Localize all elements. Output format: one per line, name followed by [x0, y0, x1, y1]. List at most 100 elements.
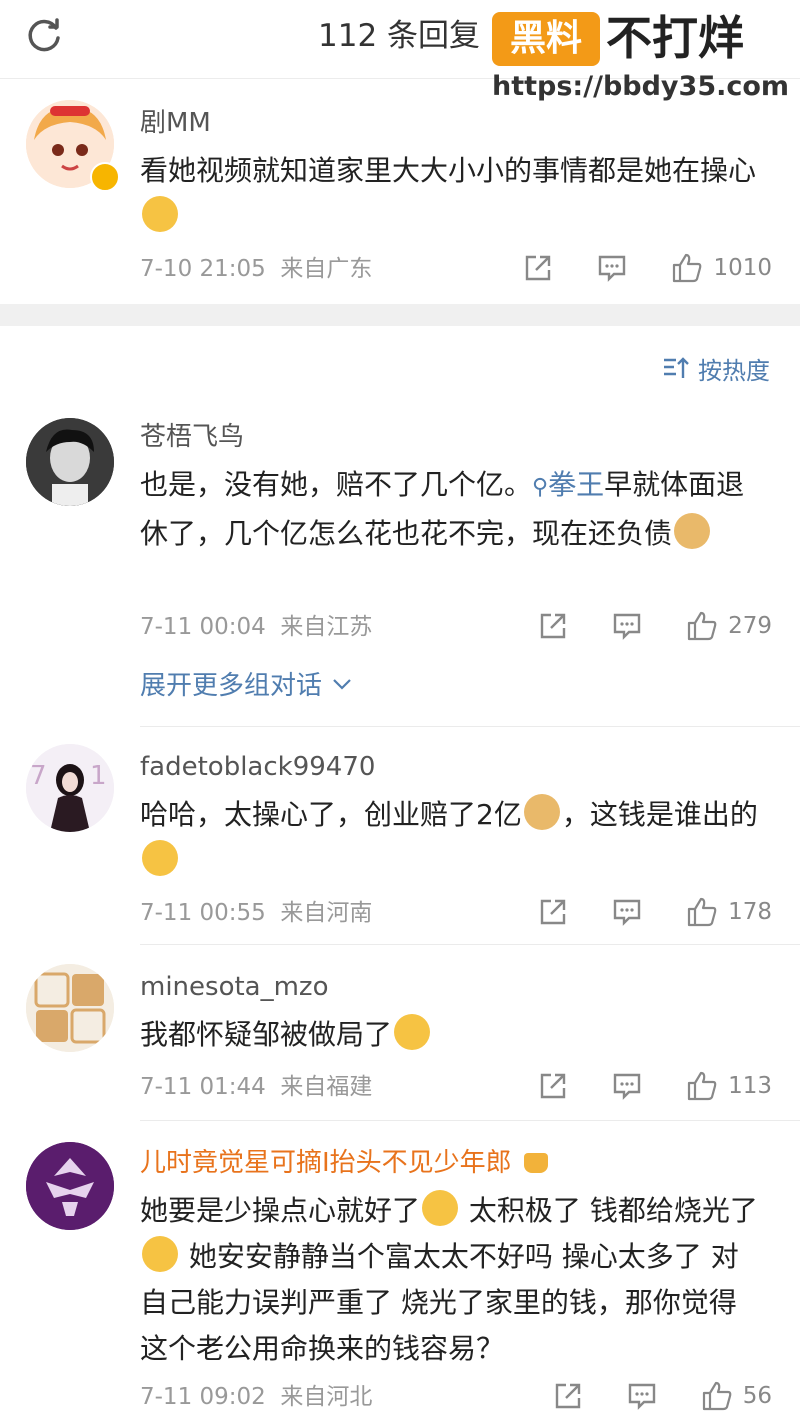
page-title: 112 条回复: [318, 18, 481, 54]
comment-author[interactable]: fadetoblack99470: [140, 750, 375, 784]
comment-text: 哈哈，太操心了，创业赔了2亿 ，这钱是谁出的: [140, 792, 760, 884]
divider: [140, 726, 800, 727]
thumbs-up-icon: [687, 897, 717, 927]
seal-avatar-icon: [26, 964, 114, 1052]
sort-button[interactable]: 按热度: [662, 350, 770, 386]
share-icon[interactable]: [538, 1071, 568, 1101]
comment-time: 7-11 00:04: [140, 614, 266, 640]
comment-text: 看她视频就知道家里大大小小的事情都是她在操心: [140, 148, 760, 240]
like-button[interactable]: 178: [686, 896, 772, 928]
comment-meta: 7-10 21:05 来自广东: [140, 254, 372, 284]
comment-text-part: 也是，没有她，赔不了几个亿。: [140, 468, 533, 501]
comment-text: 我都怀疑邹被做局了: [140, 1012, 760, 1058]
comment-text-part: ，这钱是谁出的: [561, 798, 758, 831]
top-bar: 112 条回复 黑料 不打烊 https://bbdy35.com: [0, 0, 800, 102]
comment-text-part: 太积极了 钱都给烧光了: [460, 1194, 758, 1227]
share-icon[interactable]: [538, 897, 568, 927]
sort-label: 按热度: [698, 356, 770, 385]
crying-laugh-emoji-icon: [422, 1190, 459, 1226]
comment-text-part: 哈哈，太操心了，创业赔了2亿: [140, 798, 522, 831]
comment-author[interactable]: 剧MM: [140, 106, 211, 140]
comment-author-label: 儿时竟觉星可摘I抬头不见少年郎: [140, 1148, 512, 1178]
like-button[interactable]: 1010: [671, 252, 772, 284]
like-count: 178: [728, 899, 772, 925]
reply-item: 7 1 fadetoblack99470 哈哈，太操心了，创业赔了2亿 ，这钱是谁…: [0, 740, 800, 944]
comment-text-part: 她要是少操点心就好了: [140, 1194, 421, 1227]
comment-meta: 7-11 00:04 来自江苏: [140, 612, 372, 642]
search-icon: ⚲: [532, 475, 549, 500]
thumbs-up-icon: [687, 1071, 717, 1101]
share-icon[interactable]: [538, 611, 568, 641]
doge-emoji-icon: [674, 513, 711, 549]
verified-badge-icon: [90, 162, 120, 192]
crying-laugh-emoji-icon: [142, 196, 178, 232]
share-icon[interactable]: [523, 253, 553, 283]
thumbs-up-icon: [702, 1381, 732, 1411]
thumbs-up-icon: [687, 611, 717, 641]
comment-meta: 7-11 00:55 来自河南: [140, 898, 372, 928]
comment-actions: 1010: [523, 252, 772, 284]
comment-actions: 56: [553, 1380, 772, 1412]
watermark-badge: 黑料: [492, 12, 600, 66]
like-count: 113: [728, 1073, 772, 1099]
comment-text-content: 我都怀疑邹被做局了: [140, 1018, 393, 1051]
topic-link-label: 拳王: [548, 468, 605, 501]
avatar[interactable]: 7 1: [26, 744, 114, 832]
like-button[interactable]: 113: [686, 1070, 772, 1102]
refresh-icon[interactable]: [22, 14, 66, 58]
reply-item: 苍梧飞鸟 也是，没有她，赔不了几个亿。⚲拳王早就体面退休了，几个亿怎么花也花不完…: [0, 410, 800, 730]
like-button[interactable]: 279: [686, 610, 772, 642]
crying-laugh-emoji-icon: [142, 1236, 178, 1272]
comment-location: 来自福建: [280, 1074, 373, 1100]
section-gap: [0, 304, 800, 326]
avatar[interactable]: [26, 418, 114, 506]
crown-icon: [523, 1153, 548, 1173]
comment-text: 她要是少操点心就好了 太积极了 钱都给烧光了 她安安静静当个富太太不好吗 操心太…: [140, 1188, 760, 1372]
comment-icon[interactable]: [612, 897, 642, 927]
comment-actions: 178: [538, 896, 772, 928]
sort-icon: [664, 357, 689, 378]
comment-author[interactable]: minesota_mzo: [140, 970, 329, 1004]
comment-time: 7-11 00:55: [140, 900, 266, 926]
avatar[interactable]: [26, 1142, 114, 1230]
reply-item: minesota_mzo 我都怀疑邹被做局了 7-11 01:44 来自福建 1…: [0, 960, 800, 1120]
comment-author[interactable]: 苍梧飞鸟: [140, 420, 244, 454]
svg-text:1: 1: [90, 761, 107, 791]
comment-location: 来自广东: [280, 256, 373, 282]
watermark-text: 不打烊: [606, 11, 744, 65]
comment-time: 7-11 01:44: [140, 1074, 266, 1100]
divider: [140, 944, 800, 945]
main-comment: 剧MM 看她视频就知道家里大大小小的事情都是她在操心 7-10 21:05 来自…: [0, 96, 800, 296]
avatar[interactable]: [26, 964, 114, 1052]
chevron-down-icon: [333, 679, 352, 690]
comment-location: 来自河南: [280, 900, 373, 926]
comment-icon[interactable]: [627, 1381, 657, 1411]
divider: [140, 1120, 800, 1121]
comment-icon[interactable]: [597, 253, 627, 283]
comment-actions: 279: [538, 610, 772, 642]
like-count: 56: [742, 1383, 772, 1409]
topic-link[interactable]: ⚲拳王: [532, 468, 604, 501]
comment-text-content: 看她视频就知道家里大大小小的事情都是她在操心: [140, 154, 757, 187]
like-count: 279: [728, 613, 772, 639]
thinking-emoji-icon: [142, 840, 178, 876]
expand-conversation-link[interactable]: 展开更多组对话: [140, 668, 354, 704]
like-count: 1010: [713, 255, 772, 281]
person-avatar-icon: [26, 418, 114, 506]
comment-author[interactable]: 儿时竟觉星可摘I抬头不见少年郎: [140, 1146, 548, 1180]
comment-meta: 7-11 09:02 来自河北: [140, 1382, 372, 1412]
comment-icon[interactable]: [612, 611, 642, 641]
expand-label: 展开更多组对话: [140, 671, 323, 701]
svg-text:7: 7: [30, 761, 47, 791]
comment-text: 也是，没有她，赔不了几个亿。⚲拳王早就体面退休了，几个亿怎么花也花不完，现在还负…: [140, 462, 760, 557]
reply-item: 儿时竟觉星可摘I抬头不见少年郎 她要是少操点心就好了 太积极了 钱都给烧光了 她…: [0, 1136, 800, 1424]
thumbs-up-icon: [673, 253, 702, 283]
comment-icon[interactable]: [612, 1071, 642, 1101]
comment-actions: 113: [538, 1070, 772, 1102]
comment-location: 来自河北: [280, 1384, 373, 1410]
like-button[interactable]: 56: [701, 1380, 772, 1412]
share-icon[interactable]: [553, 1381, 583, 1411]
comment-location: 来自江苏: [280, 614, 373, 640]
comment-time: 7-11 09:02: [140, 1384, 266, 1410]
comment-meta: 7-11 01:44 来自福建: [140, 1072, 372, 1102]
